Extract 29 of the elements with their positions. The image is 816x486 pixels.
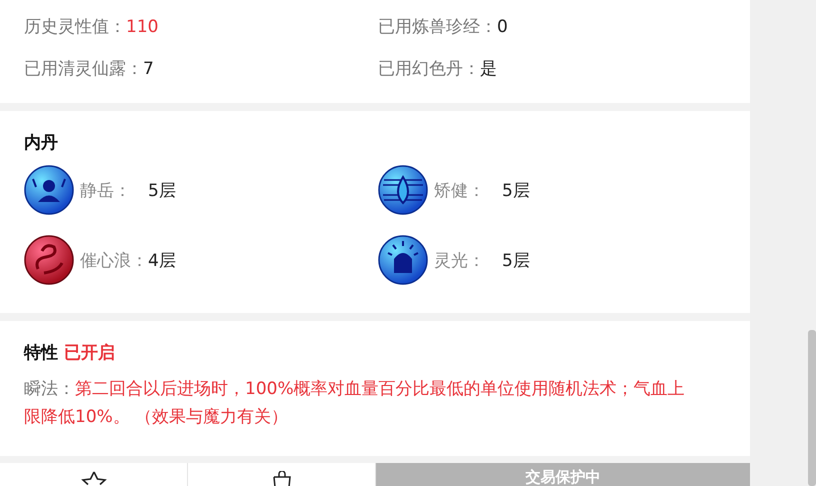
orb-icon: [378, 165, 428, 215]
stat-label: 已用炼兽珍经：: [378, 16, 497, 39]
trade-protection-button[interactable]: 交易保护中: [376, 463, 750, 486]
section-title: 内丹: [24, 132, 58, 155]
orb-icon: [24, 165, 74, 215]
core-level: 5层: [502, 250, 530, 272]
stat-value: 110: [126, 16, 158, 39]
core-name: 静岳：: [80, 180, 132, 202]
swirl-orb-icon: [24, 235, 74, 285]
orb-icon: [378, 235, 428, 285]
core-name: 催心浪：: [80, 250, 148, 272]
core-level: 5层: [148, 180, 176, 202]
section-title: 特性: [24, 342, 58, 365]
stat-label: 已用幻色丹：: [378, 58, 480, 81]
core-name: 矫健：: [434, 180, 486, 202]
core-level: 5层: [502, 180, 530, 202]
stat-value: 0: [497, 16, 508, 39]
trait-status: 已开启: [64, 342, 115, 365]
stat-value: 7: [143, 58, 154, 81]
core-name: 灵光：: [434, 250, 486, 272]
scrollbar-thumb[interactable]: [808, 330, 816, 486]
stat-value: 是: [480, 58, 497, 81]
core-level: 4层: [148, 250, 176, 272]
cart-button[interactable]: [188, 463, 376, 486]
stat-label: 已用清灵仙露：: [24, 58, 143, 81]
stat-label: 历史灵性值：: [24, 16, 126, 39]
trait-text: 瞬法：第二回合以后进场时，100%概率对血量百分比最低的单位使用随机法术；气血上限降低10%。 （效果与魔力有关）: [24, 378, 686, 429]
favorite-button[interactable]: [0, 463, 188, 486]
star-icon: [80, 471, 106, 486]
